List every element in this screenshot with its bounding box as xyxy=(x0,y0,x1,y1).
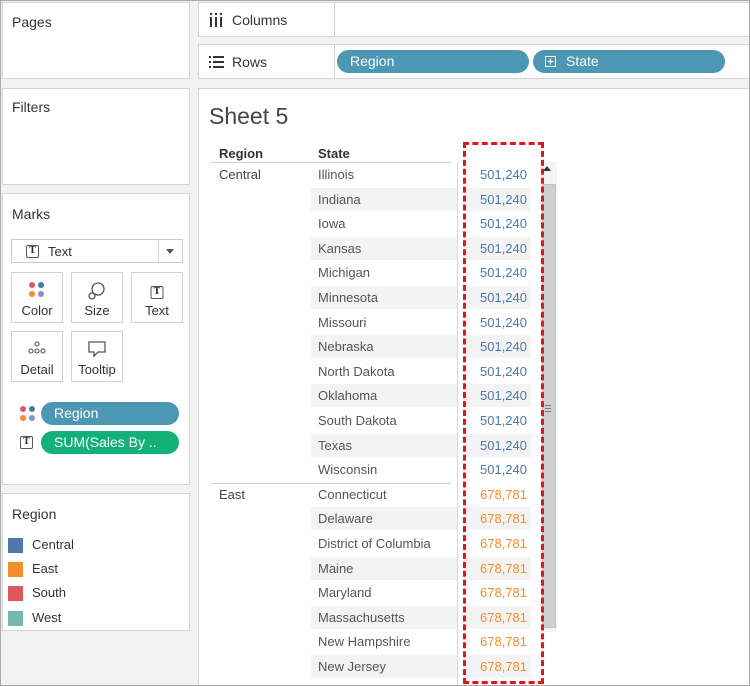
legend-label: South xyxy=(32,585,66,600)
state-cell[interactable]: Michigan xyxy=(318,265,370,280)
filters-title: Filters xyxy=(12,99,51,115)
rows-icon xyxy=(209,56,224,68)
size-button[interactable]: Size xyxy=(71,272,123,323)
text-icon: T xyxy=(20,436,33,449)
region-divider xyxy=(211,482,451,484)
state-cell[interactable]: Wisconsin xyxy=(318,462,377,477)
columns-shelf[interactable]: Columns xyxy=(198,2,750,37)
size-label: Size xyxy=(84,303,110,318)
marks-card: Marks T Text Color Size T Text Detail To xyxy=(2,193,190,485)
highlight-annotation xyxy=(463,142,544,684)
tooltip-label: Tooltip xyxy=(78,362,116,377)
sum-sales-text-pill[interactable]: SUM(Sales By .. xyxy=(41,431,179,454)
state-cell[interactable]: Connecticut xyxy=(318,487,387,502)
size-icon xyxy=(87,281,107,304)
tooltip-button[interactable]: Tooltip xyxy=(71,331,123,382)
state-pill-label: State xyxy=(566,53,599,69)
state-cell[interactable]: Massachusetts xyxy=(318,610,405,625)
state-cell[interactable]: South Dakota xyxy=(318,413,397,428)
detail-label: Detail xyxy=(20,362,54,377)
detail-icon xyxy=(27,340,47,359)
columns-label: Columns xyxy=(232,12,288,28)
state-cell[interactable]: Illinois xyxy=(318,167,354,182)
state-cell[interactable]: Maryland xyxy=(318,585,371,600)
detail-button[interactable]: Detail xyxy=(11,331,63,382)
color-dots-icon xyxy=(28,281,46,299)
region-legend: Region Central East South West xyxy=(2,493,190,631)
legend-swatch xyxy=(8,538,23,553)
state-cell[interactable]: Maine xyxy=(318,561,353,576)
state-cell[interactable]: Missouri xyxy=(318,315,366,330)
legend-label: East xyxy=(32,561,59,576)
state-cell[interactable]: North Dakota xyxy=(318,364,395,379)
region-row-header[interactable]: Central xyxy=(219,167,261,182)
columns-icon xyxy=(210,13,222,27)
state-cell[interactable]: Oklahoma xyxy=(318,388,377,403)
state-cell[interactable]: Indiana xyxy=(318,192,361,207)
state-cell[interactable]: Nebraska xyxy=(318,339,374,354)
state-cell[interactable]: Kansas xyxy=(318,241,361,256)
region-row-pill[interactable]: Region xyxy=(337,50,529,73)
tooltip-icon xyxy=(87,340,107,361)
state-cell[interactable]: Minnesota xyxy=(318,290,378,305)
state-cell[interactable]: New Jersey xyxy=(318,659,386,674)
legend-swatch xyxy=(8,562,23,577)
text-button[interactable]: T Text xyxy=(131,272,183,323)
state-row-pill[interactable]: State xyxy=(533,50,725,73)
color-dots-icon xyxy=(19,405,37,423)
scrollbar-grip-icon xyxy=(545,405,551,412)
legend-swatch xyxy=(8,611,23,626)
region-color-pill[interactable]: Region xyxy=(41,402,179,425)
color-button[interactable]: Color xyxy=(11,272,63,323)
chevron-down-icon[interactable] xyxy=(158,240,182,262)
legend-label: Central xyxy=(32,537,74,552)
marks-title: Marks xyxy=(12,206,51,222)
region-row-header[interactable]: East xyxy=(219,487,245,502)
legend-label: West xyxy=(32,610,62,625)
filters-card[interactable]: Filters xyxy=(2,88,190,185)
scroll-up-arrow-icon[interactable] xyxy=(543,166,551,171)
legend-title: Region xyxy=(12,506,57,522)
state-cell[interactable]: Texas xyxy=(318,438,352,453)
text-label: Text xyxy=(145,303,169,318)
state-cell[interactable]: Delaware xyxy=(318,511,373,526)
state-cell[interactable]: Iowa xyxy=(318,216,345,231)
rows-label: Rows xyxy=(232,54,268,70)
mark-type-dropdown[interactable]: T Text xyxy=(11,239,183,263)
mark-type-label: Text xyxy=(48,244,72,259)
state-cell[interactable]: New Hampshire xyxy=(318,634,410,649)
text-icon: T xyxy=(26,245,39,258)
text-icon: T xyxy=(150,282,164,299)
pages-title: Pages xyxy=(12,14,52,30)
rows-shelf[interactable]: Rows Region State xyxy=(198,44,750,79)
columns-shelf-header: Columns xyxy=(199,3,335,36)
state-cell[interactable]: District of Columbia xyxy=(318,536,431,551)
plus-box-icon[interactable] xyxy=(545,56,556,67)
color-label: Color xyxy=(21,303,53,318)
rows-shelf-header: Rows xyxy=(199,45,335,78)
pages-card[interactable]: Pages xyxy=(2,2,190,79)
legend-swatch xyxy=(8,586,23,601)
